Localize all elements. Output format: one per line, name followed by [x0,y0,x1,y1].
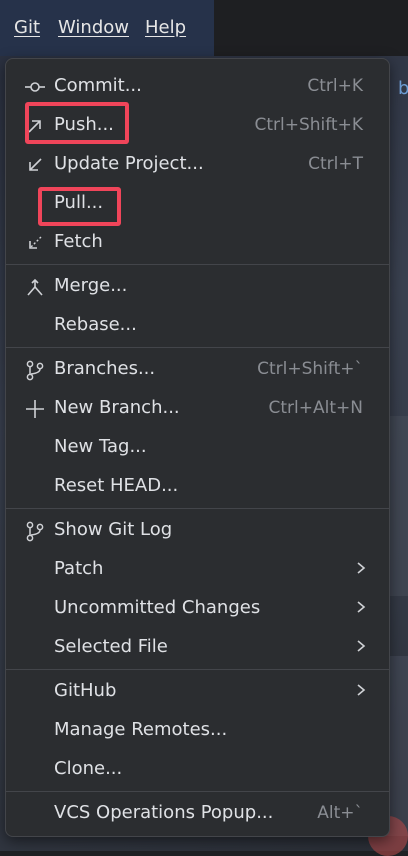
menu-item-label: VCS Operations Popup... [54,802,274,823]
menu-item-patch[interactable]: Patch [6,550,389,589]
menu-item-label: New Branch... [54,397,180,418]
menu-item-pull[interactable]: Pull... [6,184,389,223]
menu-item-manage-remotes[interactable]: Manage Remotes... [6,711,389,750]
menu-item-label: Uncommitted Changes [54,597,261,618]
chevron-right-icon [357,601,366,613]
menu-item-label: Push... [54,114,114,135]
menu-item-label: Reset HEAD... [54,475,179,496]
menu-item-label: Show Git Log [54,519,173,540]
shortcut: Ctrl+K [307,76,363,96]
menu-item-label: Merge... [54,275,128,296]
menu-item-show-git-log[interactable]: Show Git Log [6,511,389,550]
chevron-right-icon [357,562,366,574]
branches-icon [26,360,44,381]
menu-separator [6,508,389,509]
menu-item-label: Clone... [54,758,123,779]
menu-item-label: Fetch [54,231,103,252]
menu-item-github[interactable]: GitHub [6,672,389,711]
menu-item-label: GitHub [54,680,117,701]
shortcut: Ctrl+Shift+K [254,115,363,135]
menu-item-merge[interactable]: Merge... [6,267,389,306]
menu-help[interactable]: Help [145,0,186,41]
fetch-icon [29,236,42,249]
menu-item-label: Update Project... [54,153,204,174]
menu-item-new-tag[interactable]: New Tag... [6,428,389,467]
menu-window[interactable]: Window [58,0,129,41]
menu-item-label: Rebase... [54,314,137,335]
menu-item-push[interactable]: Push... Ctrl+Shift+K [6,106,389,145]
menu-git[interactable]: Git [14,0,40,41]
menu-item-label: Selected File [54,636,168,657]
menu-item-label: Branches... [54,358,156,379]
menu-separator [6,791,389,792]
menu-separator [6,669,389,670]
menu-item-update-project[interactable]: Update Project... Ctrl+T [6,145,389,184]
menu-item-label: Commit... [54,75,142,96]
shortcut: Ctrl+Shift+` [257,359,363,379]
plus-icon [26,400,44,418]
merge-icon [27,278,43,296]
menu-item-label: New Tag... [54,436,147,457]
shortcut: Ctrl+Alt+N [268,398,363,418]
menubar: Git Window Help [0,0,408,56]
menu-separator [6,264,389,265]
menu-item-fetch[interactable]: Fetch [6,223,389,262]
menu-item-clone[interactable]: Clone... [6,750,389,789]
menu-item-selected-file[interactable]: Selected File [6,628,389,667]
shortcut: Alt+` [317,803,363,823]
menu-item-reset-head[interactable]: Reset HEAD... [6,467,389,506]
push-icon [28,120,41,133]
edge-text: b [398,78,408,99]
commit-icon [25,82,45,92]
menu-item-branches[interactable]: Branches... Ctrl+Shift+` [6,350,389,389]
git-log-icon [26,521,44,542]
git-dropdown-menu: Commit... Ctrl+K Push... Ctrl+Shift+K Up… [5,58,390,837]
menu-item-label: Manage Remotes... [54,719,228,740]
menu-item-vcs-operations-popup[interactable]: VCS Operations Popup... Alt+` [6,794,389,833]
menu-separator [6,347,389,348]
menu-item-label: Pull... [54,192,104,213]
chevron-right-icon [357,684,366,696]
menu-item-uncommitted-changes[interactable]: Uncommitted Changes [6,589,389,628]
shortcut: Ctrl+T [308,154,363,174]
menu-item-new-branch[interactable]: New Branch... Ctrl+Alt+N [6,389,389,428]
menu-item-label: Patch [54,558,104,579]
update-icon [29,158,42,171]
menu-item-rebase[interactable]: Rebase... [6,306,389,345]
chevron-right-icon [357,640,366,652]
menu-item-commit[interactable]: Commit... Ctrl+K [6,67,389,106]
